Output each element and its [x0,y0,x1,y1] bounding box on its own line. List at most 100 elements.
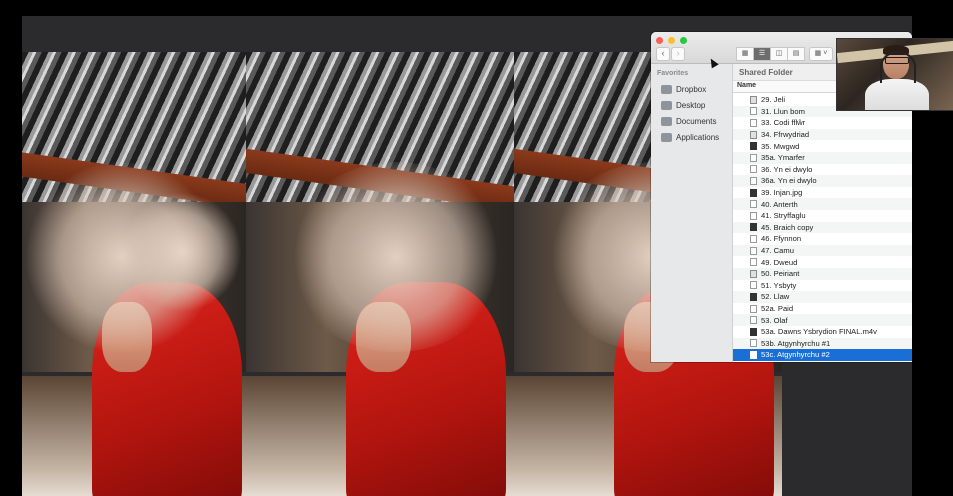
file-row[interactable]: 45. Braich copy [733,221,912,234]
sidebar-item-documents[interactable]: Documents [661,114,716,128]
file-name: 35. Mwgwd [761,141,800,151]
file-name: 53. Olaf [761,315,788,325]
video-frame-1 [22,52,246,496]
file-name: 29. Jeli [761,95,786,105]
name-column-label: Name [737,82,757,89]
file-name: 33. Codi fflŵr [761,118,806,128]
chevron-left-icon: ‹ [661,48,665,58]
file-name: 52. Llaw [761,292,790,302]
file-row[interactable]: 46. Ffynnon [733,233,912,245]
sidebar-item-applications[interactable]: Applications [661,130,719,144]
file-row[interactable]: 33. Codi fflŵr [733,117,912,129]
file-name: 50. Peiriant [761,269,800,279]
chevron-right-icon: › [676,48,680,58]
view-switcher[interactable]: ▦ ☰ ◫ ▤ [736,47,805,61]
file-name: 45. Braich copy [761,222,814,232]
minimize-button[interactable] [668,37,675,44]
video-file-icon [750,95,757,104]
document-file-icon [750,165,757,174]
sidebar-item-label: Desktop [676,100,706,110]
sidebar-item-label: Dropbox [676,84,707,94]
file-name: 35a. Ymarfer [761,153,805,163]
file-row[interactable]: 39. Injan.jpg [733,187,912,199]
image-file-icon [750,292,757,301]
favorites-header: Favorites [657,70,689,77]
document-file-icon [750,246,757,255]
file-row[interactable]: 53. Olaf [733,314,912,326]
file-row[interactable]: 49. Dweud [733,256,912,268]
image-file-icon [750,327,757,336]
file-name: 53c. Atgynhyrchu #2 [761,350,830,360]
column-view-button[interactable]: ◫ [770,47,788,61]
grid-icon: ▦ ˅ [814,50,828,57]
document-file-icon [750,234,757,243]
file-name: 40. Anterth [761,199,798,209]
file-row[interactable]: 40. Anterth [733,198,912,210]
forward-button[interactable]: › [671,47,685,61]
file-name: 53b. Atgynhyrchu #1 [761,338,831,348]
file-row[interactable]: 52a. Paid [733,303,912,315]
document-file-icon [750,118,757,127]
file-name: 31. Llun bom [761,106,805,116]
file-row[interactable]: 53b. Atgynhyrchu #1 [733,337,912,350]
applications-icon [661,132,672,142]
file-name: 36. Yn ei dwylo [761,164,813,174]
document-file-icon [750,258,757,267]
webcam-overlay [836,38,953,111]
folder-title: Shared Folder [739,68,793,77]
document-file-icon [750,316,757,325]
document-file-icon [750,281,757,290]
file-row[interactable]: 52. Llaw [733,291,912,303]
gallery-view-button[interactable]: ▤ [787,47,805,61]
file-name: 39. Injan.jpg [761,188,803,198]
close-button[interactable] [656,37,663,44]
document-file-icon [750,200,757,209]
sidebar-item-label: Documents [676,116,717,126]
video-file-icon [750,269,757,278]
file-row[interactable]: 50. Peiriant [733,268,912,280]
image-file-icon [750,188,757,197]
arrange-button[interactable]: ▦ ˅ [809,47,833,61]
headset-icon [880,51,916,83]
desktop-icon [661,100,672,110]
sidebar-item-desktop[interactable]: Desktop [661,98,705,112]
document-file-icon [750,176,757,185]
file-name: 41. Stryffaglu [761,211,806,221]
file-row[interactable]: 34. Ffrwydriad [733,128,912,141]
sidebar-item-dropbox[interactable]: Dropbox [661,82,706,96]
file-row[interactable]: 36. Yn ei dwylo [733,164,912,176]
file-row[interactable]: 51. Ysbyty [733,280,912,292]
file-row[interactable]: 53c. Atgynhyrchu #2 [733,349,912,361]
file-row[interactable]: 41. Stryffaglu [733,210,912,222]
file-name: 34. Ffrwydriad [761,130,810,140]
icon-view-button[interactable]: ▦ [736,47,754,61]
dropbox-icon [661,84,672,94]
documents-icon [661,116,672,126]
document-file-icon [750,107,757,116]
file-name: 52a. Paid [761,304,794,314]
file-name: 46. Ffynnon [761,234,802,244]
video-frame-2 [246,52,514,496]
file-row[interactable]: 35a. Ymarfer [733,152,912,164]
file-row[interactable]: 36a. Yn ei dwylo [733,175,912,187]
file-name: 49. Dweud [761,257,798,267]
finder-sidebar: Favorites Dropbox Desktop Documents Appl… [651,64,733,362]
file-row[interactable]: 35. Mwgwd [733,140,912,152]
video-file-icon [750,130,757,139]
file-name: 53a. Dawns Ysbrydion FINAL.m4v [761,327,877,337]
sidebar-item-label: Applications [676,132,720,142]
zoom-button[interactable] [680,37,687,44]
file-name: 47. Camu [761,246,794,256]
document-file-icon [750,304,757,313]
document-file-icon [750,339,757,348]
file-row[interactable]: 53a. Dawns Ysbrydion FINAL.m4v [733,326,912,338]
document-file-icon [750,211,757,220]
image-file-icon [750,142,757,151]
back-button[interactable]: ‹ [656,47,670,61]
document-file-icon [750,350,757,359]
image-file-icon [750,223,757,232]
list-view-button[interactable]: ☰ [753,47,771,61]
file-name: 36a. Yn ei dwylo [761,176,817,186]
document-file-icon [750,153,757,162]
file-row[interactable]: 47. Camu [733,244,912,257]
